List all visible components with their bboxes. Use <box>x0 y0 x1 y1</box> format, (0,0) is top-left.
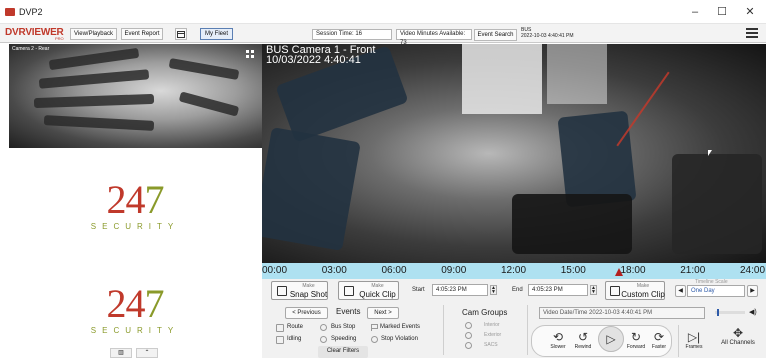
hamburger-menu-icon[interactable] <box>746 28 758 38</box>
brand-number-green: 7 <box>144 177 165 222</box>
end-time-spinner[interactable]: ▲ ▼ <box>590 285 597 295</box>
end-label: End <box>512 287 523 293</box>
speedometer-icon <box>320 336 327 343</box>
brand-number-red: 24 <box>106 177 146 222</box>
close-button[interactable]: ✕ <box>738 4 762 20</box>
timeline-scale-select[interactable]: One Day <box>687 285 745 297</box>
separator <box>678 325 679 357</box>
video-minutes-field: Video Minutes Available: 73 <box>396 29 472 46</box>
frames-button[interactable]: ▷| Frames <box>681 330 707 350</box>
clear-filters-button[interactable]: Clear Filters <box>318 346 368 358</box>
layout-icon[interactable]: ▥ <box>110 348 132 358</box>
frame-step-icon: ▷| <box>687 330 701 344</box>
start-time-spinner[interactable]: ▲ ▼ <box>490 285 497 295</box>
camera-2-label: Camera 2 - Rear <box>12 46 50 52</box>
sacs-icon <box>465 342 472 349</box>
chevron-up-icon[interactable]: ⌃ <box>136 348 158 358</box>
cam-groups-title: Cam Groups <box>462 308 508 317</box>
cam-group-interior[interactable]: Interior <box>484 322 500 328</box>
app-logo-sub: PRO <box>55 36 64 41</box>
slower-button[interactable]: ⟲ Slower <box>545 330 571 350</box>
custom-clip-button[interactable]: Make Custom Clip <box>605 281 665 300</box>
event-search-button[interactable]: Event Search <box>474 29 517 41</box>
cam-group-exterior[interactable]: Exterior <box>484 332 501 338</box>
event-filter-route[interactable]: Route <box>287 324 303 330</box>
timeline-tick: 15:00 <box>560 265 586 276</box>
timeline-tick: 18:00 <box>620 265 646 276</box>
play-button[interactable]: ▷ <box>598 332 624 346</box>
event-filter-idling[interactable]: Idling <box>287 336 301 342</box>
next-event-button[interactable]: Next > <box>367 307 399 319</box>
maximize-button[interactable]: ☐ <box>710 4 734 20</box>
brand-word: SECURITY <box>90 222 180 231</box>
panel-collapse-controls: ▥ ⌃ <box>110 348 162 358</box>
grid-view-icon[interactable] <box>246 50 255 59</box>
my-fleet-button[interactable]: My Fleet <box>200 28 233 40</box>
bus-datetime: 2022-10-03 4:40:41 PM <box>521 33 574 39</box>
separator <box>527 305 528 355</box>
timeline-bar[interactable]: 00:00 03:00 06:00 09:00 12:00 15:00 18:00 21:00… <box>262 263 766 279</box>
start-label: Start <box>412 287 425 293</box>
calendar-icon[interactable] <box>175 28 187 40</box>
volume-slider[interactable] <box>715 311 745 314</box>
quick-clip-button[interactable]: Make Quick Clip <box>338 281 399 300</box>
play-icon: ▷ <box>606 332 616 346</box>
camera-2-view[interactable]: Camera 2 - Rear <box>9 44 262 148</box>
stop-sign-icon <box>371 336 378 343</box>
event-filter-speeding[interactable]: Speeding <box>331 336 356 342</box>
mouse-cursor-icon <box>708 150 712 156</box>
event-report-button[interactable]: Event Report <box>121 28 163 40</box>
interior-icon <box>465 322 472 329</box>
window-title: DVP2 <box>19 7 43 17</box>
window-title-bar: DVP2 – ☐ ✕ <box>0 0 766 24</box>
snapshot-button[interactable]: Make Snap Shot <box>271 281 328 300</box>
rabbit-icon: ⟳ <box>653 330 665 344</box>
cam-group-sacs[interactable]: SACS <box>484 342 498 348</box>
event-filter-stop-violation[interactable]: Stop Violation <box>381 336 418 342</box>
brand-number-red: 24 <box>106 281 146 326</box>
end-time-field[interactable]: 4:05:23 PM <box>528 284 588 296</box>
scale-prev-button[interactable]: ◀ <box>675 285 686 297</box>
speaker-icon[interactable]: ◀) <box>749 308 757 316</box>
timeline-tick: 00:00 <box>262 265 288 276</box>
separator <box>443 305 444 355</box>
app-icon <box>5 8 15 16</box>
view-playback-button[interactable]: View/Playback <box>70 28 117 40</box>
scale-next-button[interactable]: ▶ <box>747 285 758 297</box>
previous-event-button[interactable]: < Previous <box>285 307 328 319</box>
brand-logo-bottom: 247 SECURITY <box>60 281 210 336</box>
timeline-tick: 24:00 <box>740 265 766 276</box>
rewind-button[interactable]: ↺ Rewind <box>570 330 596 350</box>
timeline-tick: 12:00 <box>501 265 527 276</box>
event-filter-bus-stop[interactable]: Bus Stop <box>331 324 355 330</box>
session-time-field: Session Time: 16 <box>312 29 392 40</box>
bus-info: BUS 2022-10-03 4:40:41 PM <box>521 27 574 39</box>
main-toolbar: DVRVIEWER PRO View/Playback Event Report… <box>0 24 766 46</box>
timeline-tick: 03:00 <box>321 265 347 276</box>
camera-1-label: BUS Camera 1 - Front 10/03/2022 4:40:41 <box>266 44 376 66</box>
route-icon <box>276 324 284 332</box>
bus-stop-icon <box>320 324 327 331</box>
events-title: Events <box>336 307 361 316</box>
brand-word: SECURITY <box>90 326 180 335</box>
event-filter-marked[interactable]: Marked Events <box>380 324 420 330</box>
minimize-button[interactable]: – <box>683 4 707 20</box>
brand-number-green: 7 <box>144 281 165 326</box>
timeline-tick: 09:00 <box>441 265 467 276</box>
timeline-tick: 21:00 <box>680 265 706 276</box>
exterior-icon <box>465 332 472 339</box>
move-arrows-icon: ✥ <box>732 326 744 340</box>
faster-button[interactable]: ⟳ Faster <box>646 330 672 350</box>
timeline-tick: 06:00 <box>381 265 407 276</box>
flag-icon <box>371 324 378 331</box>
turtle-icon: ⟲ <box>552 330 564 344</box>
rewind-icon: ↺ <box>577 330 589 344</box>
volume-thumb[interactable] <box>716 309 719 316</box>
camera-1-view[interactable]: BUS Camera 1 - Front 10/03/2022 4:40:41 <box>262 44 766 263</box>
idling-icon <box>276 336 284 344</box>
start-time-field[interactable]: 4:05:23 PM <box>432 284 488 296</box>
video-datetime-field: Video Date/Time 2022-10-03 4:40:41 PM <box>539 307 705 319</box>
brand-logo-top: 247 SECURITY <box>60 177 210 232</box>
all-channels-button[interactable]: ✥ All Channels <box>713 326 763 346</box>
